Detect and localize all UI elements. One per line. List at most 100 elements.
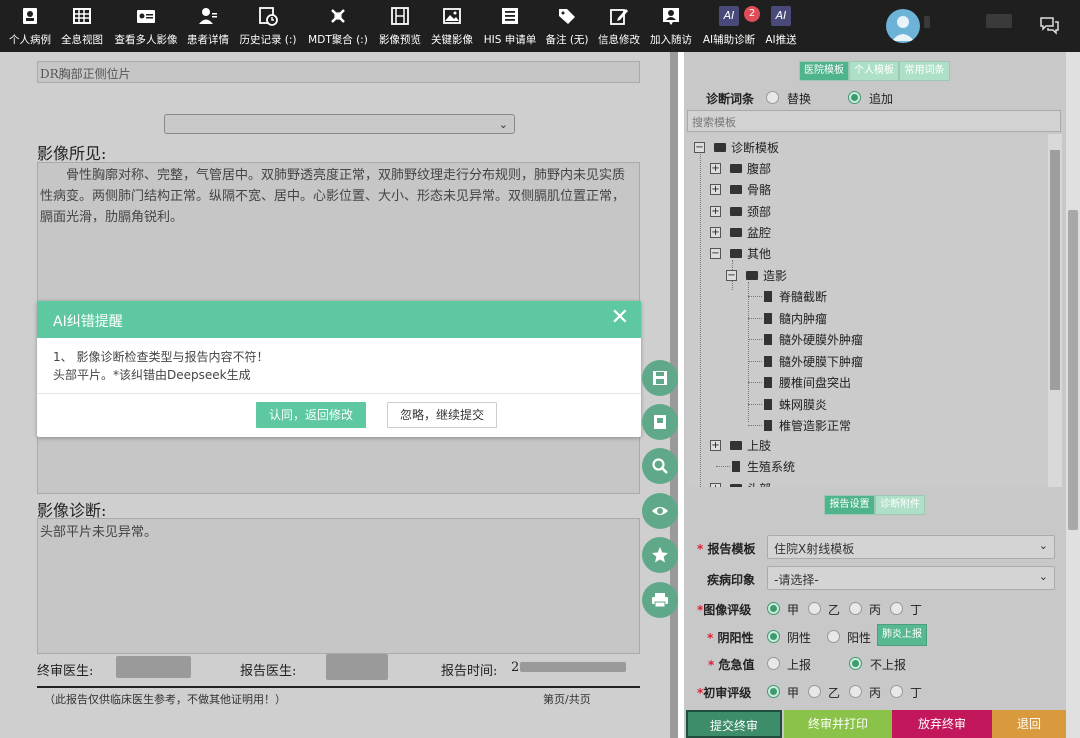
toolbar-ai-diagnosis[interactable]: AI 2 AI辅助诊断: [700, 0, 760, 52]
close-icon[interactable]: ✕: [611, 307, 629, 329]
favorite-fab[interactable]: [642, 537, 678, 573]
folder-icon: [730, 164, 742, 173]
replace-radio[interactable]: [766, 91, 779, 104]
accept-return-button[interactable]: 认同，返回修改: [256, 402, 366, 428]
side-panel-scroll-thumb[interactable]: [1068, 210, 1078, 530]
expand-toggle-icon[interactable]: +: [710, 184, 721, 195]
tree-folder-neck[interactable]: 颈部: [747, 203, 771, 220]
impression-dropdown[interactable]: -请选择- ⌄: [767, 566, 1055, 590]
template-search-input[interactable]: 搜索模板: [687, 110, 1061, 132]
tree-root[interactable]: 诊断模板: [731, 139, 779, 156]
eye-icon: [652, 507, 668, 515]
notification-badge: 2: [744, 6, 760, 22]
tree-folder-upper-limb[interactable]: 上肢: [747, 437, 771, 454]
report-template-dropdown[interactable]: 住院X射线模板 ⌄: [767, 535, 1055, 559]
id-card-icon: [137, 10, 155, 23]
image-grade-d-radio[interactable]: [890, 602, 903, 615]
toolbar-ai-push[interactable]: AI AI推送: [762, 0, 800, 52]
tab-common-terms[interactable]: 常用词条: [899, 61, 950, 81]
tree-folder-pelvis[interactable]: 盆腔: [747, 224, 771, 241]
template-fab[interactable]: [642, 404, 678, 440]
initial-grade-c-radio[interactable]: [849, 685, 862, 698]
tree-folder-bone[interactable]: 骨骼: [747, 181, 771, 198]
report-up-radio[interactable]: [767, 657, 780, 670]
print-fab[interactable]: [642, 582, 678, 618]
abandon-final-button[interactable]: 放弃终审: [892, 710, 992, 738]
expand-toggle-icon[interactable]: +: [710, 483, 721, 487]
toolbar-key-image[interactable]: 关键影像: [428, 0, 476, 52]
image-grade-c-radio[interactable]: [849, 602, 862, 615]
tree-leaf[interactable]: 蛛网膜炎: [779, 396, 827, 413]
final-doctor-signature: [116, 656, 191, 678]
toolbar-holo-view[interactable]: 全息视图: [58, 0, 106, 52]
tree-leaf-reproductive[interactable]: 生殖系统: [747, 458, 795, 475]
initial-grade-b-radio[interactable]: [808, 685, 821, 698]
image-grade-b-radio[interactable]: [808, 602, 821, 615]
final-and-print-button[interactable]: 终审并打印: [784, 710, 892, 738]
toolbar-his-request[interactable]: HIS 申请单: [481, 0, 539, 52]
tab-hospital-template[interactable]: 医院模板: [799, 61, 849, 81]
append-radio[interactable]: [848, 91, 861, 104]
pos-neg-label: * 阴阳性: [707, 631, 754, 645]
tab-personal-template[interactable]: 个人模板: [849, 61, 899, 81]
image-grade-a-radio[interactable]: [767, 602, 780, 615]
tree-leaf[interactable]: 椎管造影正常: [779, 417, 851, 434]
expand-toggle-icon[interactable]: +: [710, 440, 721, 451]
report-scrollbar[interactable]: [670, 52, 678, 738]
dialog-title: AI纠错提醒: [53, 314, 123, 330]
follow-up-icon: [663, 8, 679, 25]
avatar[interactable]: [886, 9, 920, 43]
preview-fab[interactable]: [642, 493, 678, 529]
document-icon: [764, 399, 772, 410]
toolbar-mdt[interactable]: MDT聚合 (:): [306, 0, 370, 52]
report-template-select[interactable]: ⌄: [164, 114, 515, 134]
toolbar-info-edit[interactable]: 信息修改: [595, 0, 643, 52]
collapse-toggle-icon[interactable]: −: [694, 142, 705, 153]
negative-radio[interactable]: [767, 630, 780, 643]
submit-final-button[interactable]: 提交终审: [686, 710, 782, 738]
positive-radio[interactable]: [827, 630, 840, 643]
expand-toggle-icon[interactable]: +: [710, 227, 721, 238]
initial-grade-d-radio[interactable]: [890, 685, 903, 698]
pneumonia-report-button[interactable]: 肺炎上报: [877, 624, 927, 646]
tree-branch: [716, 466, 730, 467]
tree-leaf[interactable]: 脊髓截断: [779, 288, 827, 305]
search-fab[interactable]: [642, 448, 678, 484]
tree-folder-abdomen[interactable]: 腹部: [747, 160, 771, 177]
tree-leaf[interactable]: 腰椎间盘突出: [779, 374, 851, 391]
toolbar-history[interactable]: 历史记录 (:): [237, 0, 299, 52]
user-detail-icon: [199, 8, 217, 24]
no-report-radio[interactable]: [849, 657, 862, 670]
findings-heading: 影像所见:: [37, 144, 107, 163]
initial-grade-b-label: 乙: [828, 686, 841, 700]
tree-leaf[interactable]: 髓外硬膜外肿瘤: [779, 331, 863, 348]
document-icon: [764, 377, 772, 388]
tab-diag-attachment[interactable]: 诊断附件: [875, 495, 925, 515]
expand-toggle-icon[interactable]: +: [710, 163, 721, 174]
tree-leaf[interactable]: 髓外硬膜下肿瘤: [779, 353, 863, 370]
collapse-toggle-icon[interactable]: −: [726, 270, 737, 281]
save-fab[interactable]: [642, 360, 678, 396]
chat-icon[interactable]: [1038, 14, 1060, 36]
document-icon: [764, 313, 772, 324]
expand-toggle-icon[interactable]: +: [710, 206, 721, 217]
toolbar-personal-case[interactable]: 个人病例: [5, 0, 55, 52]
ignore-submit-button[interactable]: 忽略，继续提交: [387, 402, 497, 428]
toolbar-remarks[interactable]: 备注 (无): [543, 0, 591, 52]
toolbar-image-preview[interactable]: 影像预览: [376, 0, 424, 52]
image-grade-label: *图像评级: [697, 603, 752, 617]
collapse-toggle-icon[interactable]: −: [710, 248, 721, 259]
tree-folder-other[interactable]: 其他: [747, 245, 771, 262]
tree-leaf[interactable]: 髓内肿瘤: [779, 310, 827, 327]
initial-grade-a-radio[interactable]: [767, 685, 780, 698]
return-button[interactable]: 退回: [992, 710, 1066, 738]
toolbar-multi-image[interactable]: 查看多人影像: [112, 0, 180, 52]
tree-folder-head[interactable]: 头部: [747, 480, 771, 487]
tree-folder-contrast[interactable]: 造影: [763, 267, 787, 284]
diagnosis-textarea[interactable]: 头部平片未见异常。: [37, 518, 640, 654]
tab-report-settings[interactable]: 报告设置: [824, 495, 875, 515]
toolbar-follow-up[interactable]: 加入随访: [647, 0, 695, 52]
tree-scroll-thumb[interactable]: [1050, 150, 1060, 390]
exam-name-field[interactable]: DR胸部正侧位片: [37, 61, 640, 83]
toolbar-patient-detail[interactable]: 患者详情: [184, 0, 232, 52]
